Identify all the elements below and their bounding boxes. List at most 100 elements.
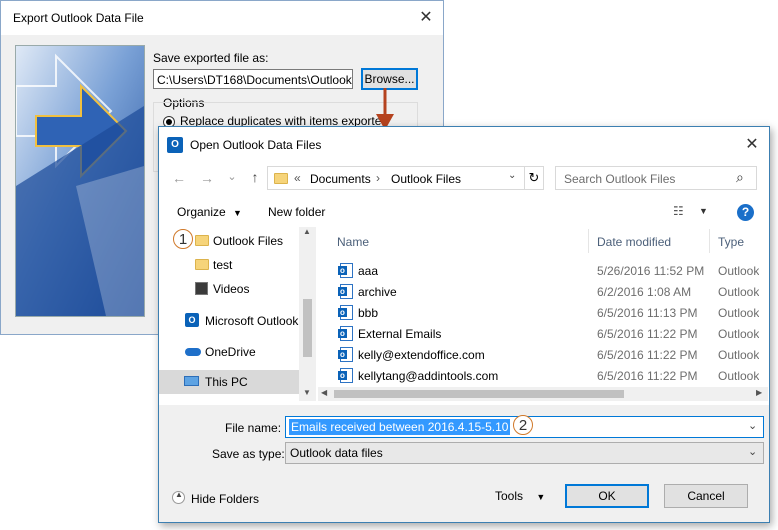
help-icon[interactable]: ? bbox=[737, 204, 754, 221]
save-exported-label: Save exported file as: bbox=[153, 51, 269, 65]
save-as-type-dropdown-icon: ⌄ bbox=[748, 446, 758, 458]
file-type: Outlook bbox=[718, 327, 760, 341]
nav-item-microsoft-outlook[interactable]: Microsoft Outlook bbox=[205, 314, 298, 328]
pst-file-icon bbox=[338, 284, 353, 299]
tools-label: Tools bbox=[495, 489, 524, 503]
file-type: Outlook bbox=[718, 306, 760, 320]
export-path-field[interactable]: C:\Users\DT168\Documents\Outlook F bbox=[153, 69, 353, 89]
open-close-button[interactable]: ✕ bbox=[742, 135, 762, 155]
file-date: 6/2/2016 1:08 AM bbox=[597, 285, 692, 299]
nav-scroll-down-icon: ▼ bbox=[303, 388, 311, 397]
nav-item-this-pc-label: This PC bbox=[205, 375, 248, 389]
address-bar[interactable]: « Documents › Outlook Files ⌄ bbox=[267, 166, 525, 190]
file-name-dropdown-icon[interactable]: ⌄ bbox=[748, 419, 757, 432]
nav-item-this-pc[interactable]: This PC bbox=[159, 370, 299, 394]
nav-item-test[interactable]: test bbox=[213, 258, 232, 272]
recent-locations-icon[interactable]: ⌄ bbox=[222, 170, 242, 183]
column-divider bbox=[709, 229, 710, 253]
save-as-type-select[interactable]: Outlook data files ⌄ bbox=[285, 442, 764, 464]
back-icon[interactable]: ← bbox=[169, 170, 189, 186]
refresh-button[interactable]: ↻ bbox=[524, 166, 544, 190]
file-row[interactable]: bbb 6/5/2016 11:13 PM Outlook bbox=[318, 304, 768, 325]
file-list-hscrollbar[interactable]: ◀ ▶ bbox=[318, 387, 768, 401]
file-list: ⌃ Name Date modified Type aaa 5/26/2016 … bbox=[318, 227, 768, 401]
file-row[interactable]: archive 6/2/2016 1:08 AM Outlook bbox=[318, 283, 768, 304]
file-name: aaa bbox=[358, 264, 379, 278]
file-row[interactable]: kelly@extendoffice.com 6/5/2016 11:22 PM… bbox=[318, 346, 768, 367]
file-name: bbb bbox=[358, 306, 379, 320]
nav-item-videos[interactable]: Videos bbox=[213, 282, 249, 296]
address-folder-icon bbox=[274, 173, 288, 184]
videos-icon bbox=[195, 282, 208, 295]
column-header-date-modified[interactable]: Date modified bbox=[597, 235, 671, 249]
pst-file-icon bbox=[338, 263, 353, 278]
export-banner-image bbox=[15, 45, 145, 317]
dialog-bottom-panel: File name: Emails received between 2016.… bbox=[159, 405, 769, 522]
nav-scrollbar[interactable]: ▲ ▼ bbox=[299, 227, 316, 401]
address-dropdown-icon: ⌄ bbox=[508, 170, 517, 181]
pst-file-icon bbox=[338, 368, 353, 383]
search-icon[interactable]: ⌕ bbox=[736, 169, 744, 186]
nav-item-onedrive[interactable]: OneDrive bbox=[205, 345, 256, 359]
open-dialog: O Open Outlook Data Files ✕ ← → ⌄ ↑ « Do… bbox=[158, 126, 770, 523]
hscroll-right-icon: ▶ bbox=[756, 388, 763, 397]
nav-item-outlook-files[interactable]: Outlook Files bbox=[213, 234, 283, 248]
organize-dropdown-icon: ▼ bbox=[233, 208, 242, 218]
export-titlebar: Export Outlook Data File ✕ bbox=[1, 1, 443, 35]
file-date: 5/26/2016 11:52 PM bbox=[597, 264, 705, 278]
navigation-pane: Outlook Files test Videos O Microsoft Ou… bbox=[159, 227, 316, 401]
file-date: 6/5/2016 11:22 PM bbox=[597, 327, 698, 341]
hide-folders-button[interactable]: Hide Folders bbox=[191, 492, 259, 506]
organize-label: Organize bbox=[177, 205, 226, 219]
ok-button[interactable]: OK bbox=[565, 484, 649, 508]
file-date: 6/5/2016 11:22 PM bbox=[597, 369, 698, 383]
breadcrumb-overflow[interactable]: « bbox=[294, 171, 301, 185]
file-date: 6/5/2016 11:13 PM bbox=[597, 306, 698, 320]
file-type: Outlook bbox=[718, 264, 760, 278]
column-header-name[interactable]: Name bbox=[337, 235, 369, 249]
hide-folders-chevron-icon[interactable]: ▲ bbox=[172, 490, 185, 504]
nav-scroll-thumb[interactable] bbox=[303, 299, 312, 357]
pst-file-icon bbox=[338, 347, 353, 362]
file-type: Outlook bbox=[718, 285, 760, 299]
up-folder-icon[interactable]: ↑ bbox=[245, 169, 265, 185]
view-options-icon[interactable]: ☷ bbox=[673, 204, 684, 218]
export-dialog-title: Export Outlook Data File bbox=[13, 11, 144, 25]
hscroll-left-icon: ◀ bbox=[321, 388, 328, 397]
file-name: External Emails bbox=[358, 327, 442, 341]
file-name: archive bbox=[358, 285, 397, 299]
tools-button[interactable]: Tools ▼ bbox=[495, 489, 545, 503]
file-name-label: File name: bbox=[225, 421, 282, 435]
file-name: kellytang@addintools.com bbox=[358, 369, 499, 383]
outlook-files-folder-icon bbox=[195, 235, 209, 246]
file-type: Outlook bbox=[718, 348, 760, 362]
forward-icon[interactable]: → bbox=[197, 170, 217, 186]
search-placeholder: Search Outlook Files bbox=[564, 172, 676, 186]
file-name: kelly@extendoffice.com bbox=[358, 348, 485, 362]
file-row[interactable]: kellytang@addintools.com 6/5/2016 11:22 … bbox=[318, 367, 768, 388]
nav-scroll-up-icon: ▲ bbox=[303, 227, 311, 236]
save-as-type-value: Outlook data files bbox=[290, 446, 383, 460]
tools-dropdown-icon: ▼ bbox=[536, 492, 546, 502]
cancel-button[interactable]: Cancel bbox=[664, 484, 748, 508]
pst-file-icon bbox=[338, 326, 353, 341]
sort-indicator-icon: ⌃ bbox=[456, 227, 464, 233]
breadcrumb-outlook-files[interactable]: Outlook Files bbox=[391, 172, 461, 186]
breadcrumb-separator: › bbox=[376, 171, 380, 185]
organize-button[interactable]: Organize ▼ bbox=[177, 205, 242, 219]
microsoft-outlook-icon: O bbox=[185, 313, 199, 327]
open-dialog-title: Open Outlook Data Files bbox=[190, 138, 322, 152]
export-close-button[interactable]: ✕ bbox=[416, 8, 436, 28]
view-dropdown-icon[interactable]: ▼ bbox=[699, 206, 708, 216]
file-date: 6/5/2016 11:22 PM bbox=[597, 348, 698, 362]
banner-graphic bbox=[16, 46, 144, 316]
pst-file-icon bbox=[338, 305, 353, 320]
column-header-type[interactable]: Type bbox=[718, 235, 744, 249]
search-box[interactable]: Search Outlook Files ⌕ bbox=[555, 166, 757, 190]
file-type: Outlook bbox=[718, 369, 760, 383]
file-row[interactable]: aaa 5/26/2016 11:52 PM Outlook bbox=[318, 262, 768, 283]
new-folder-button[interactable]: New folder bbox=[268, 205, 325, 219]
file-row[interactable]: External Emails 6/5/2016 11:22 PM Outloo… bbox=[318, 325, 768, 346]
hscroll-thumb[interactable] bbox=[334, 390, 624, 398]
breadcrumb-documents[interactable]: Documents bbox=[310, 172, 371, 186]
